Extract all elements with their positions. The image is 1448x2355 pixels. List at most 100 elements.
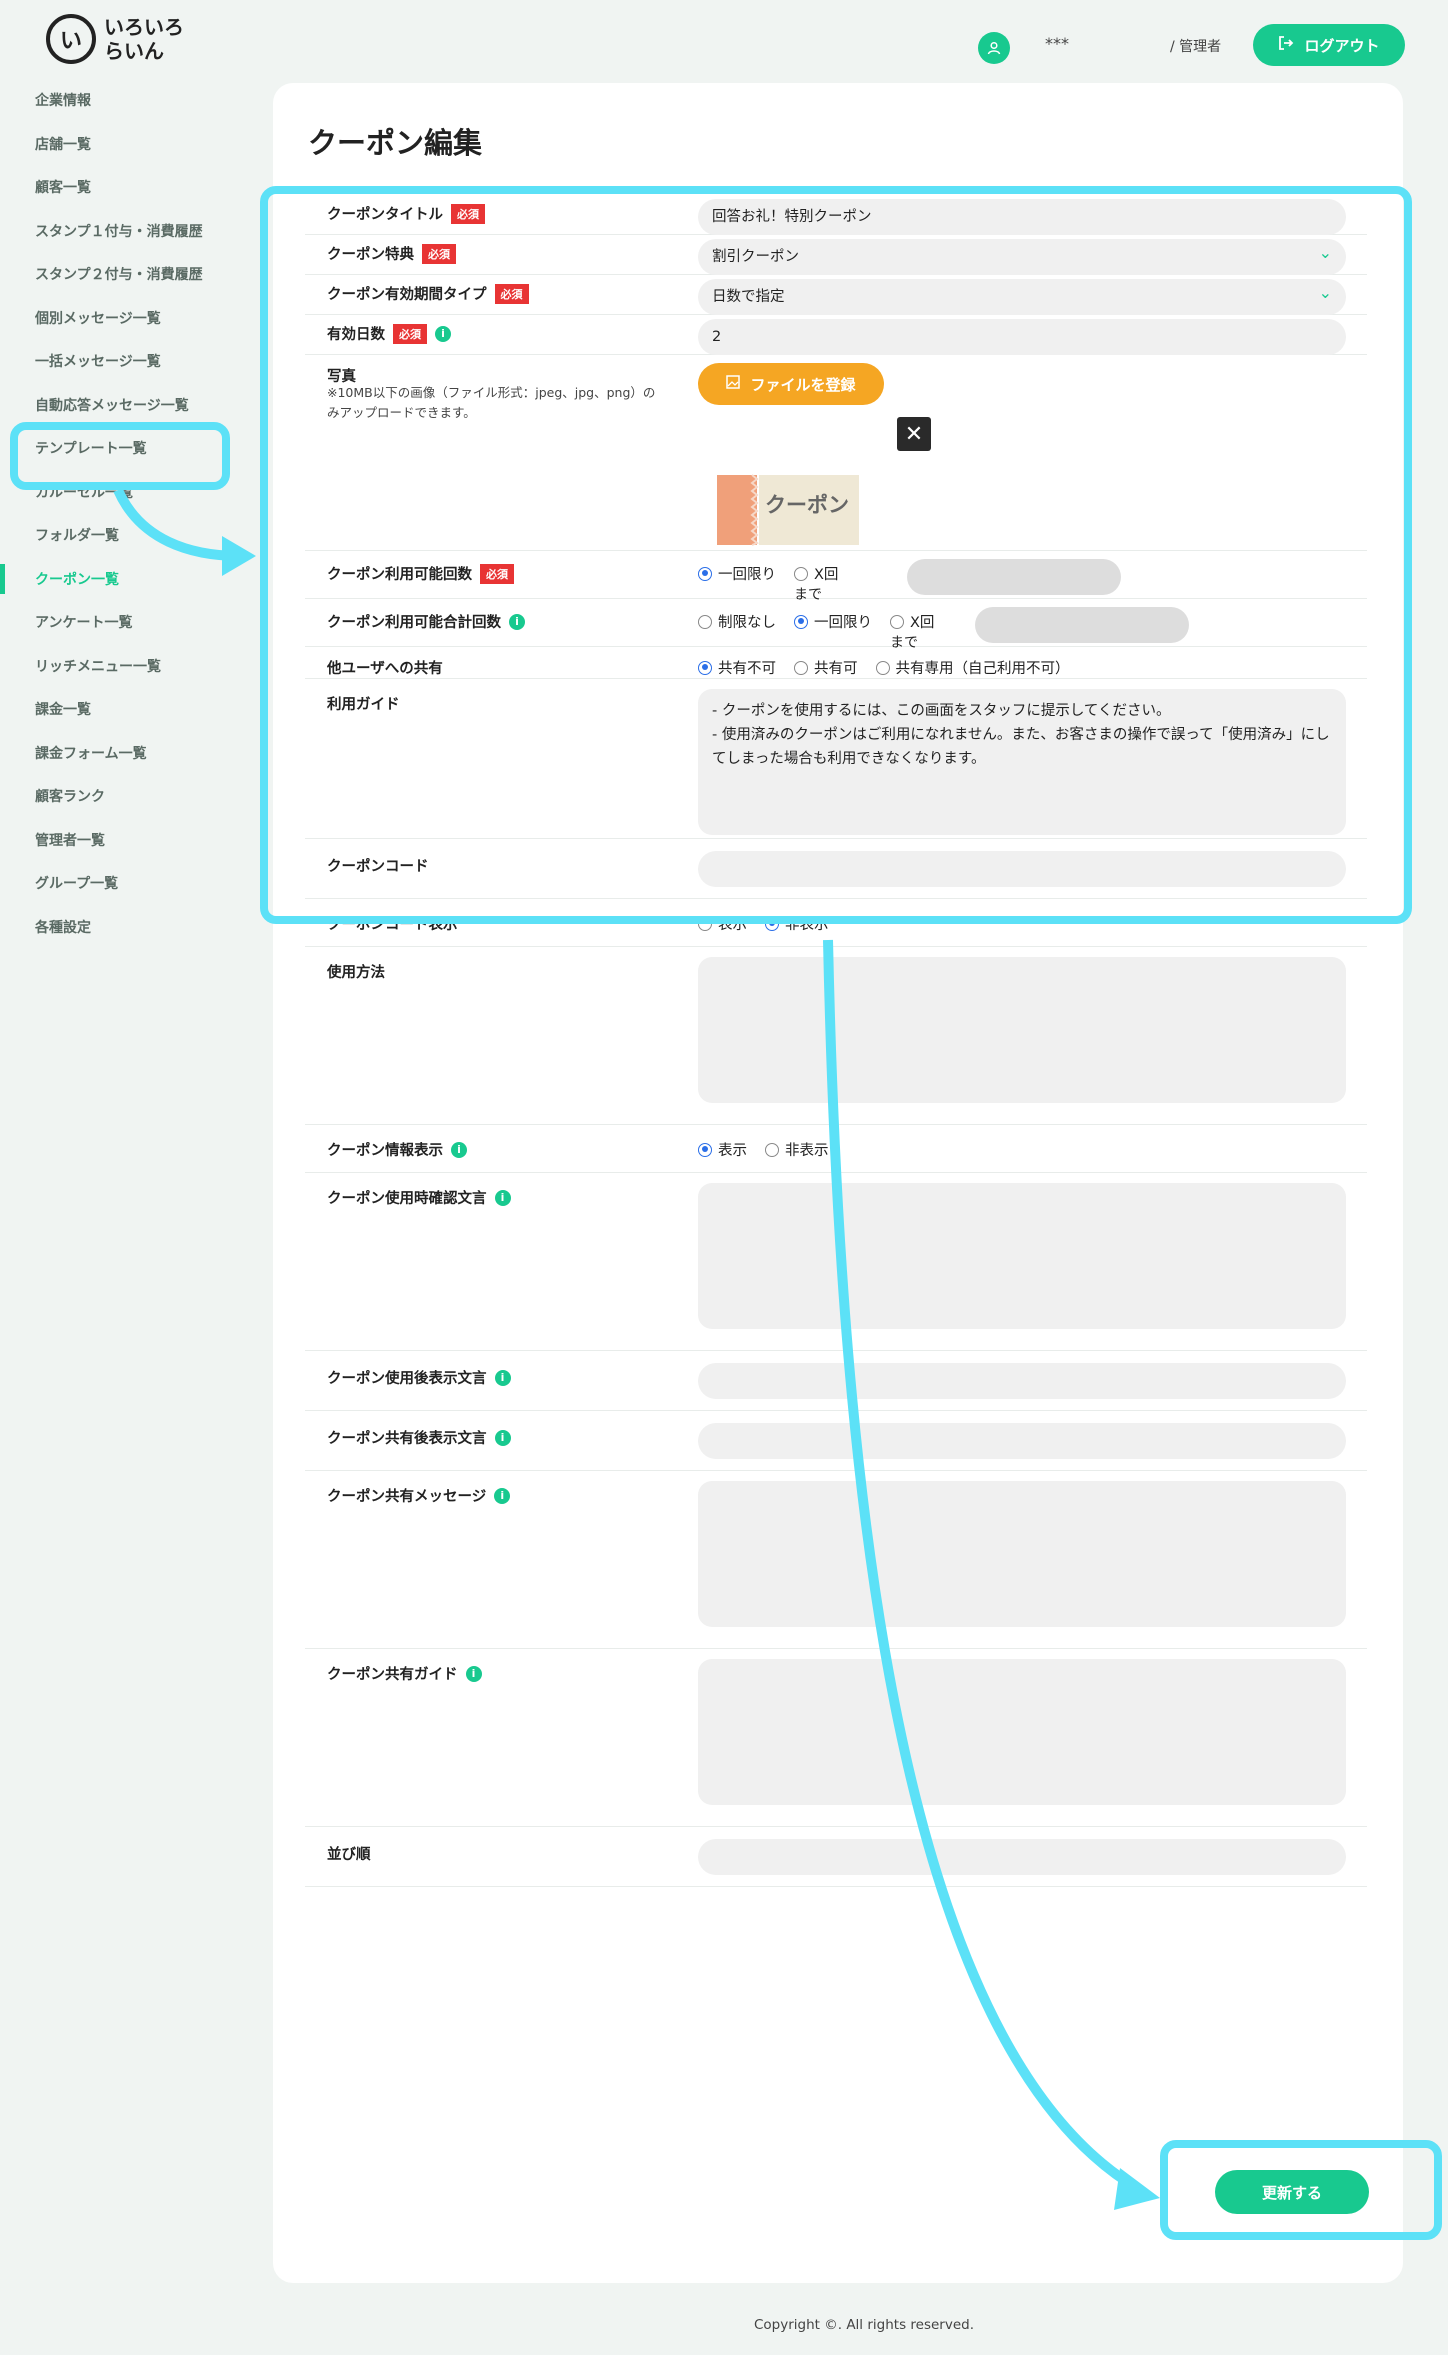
user-icon — [978, 32, 1010, 64]
row-after-use-text: クーポン使用後表示文言 i — [305, 1351, 1367, 1411]
sidebar-item-stores[interactable]: 店舗一覧 — [0, 132, 270, 176]
share-message-textarea[interactable] — [698, 1481, 1346, 1627]
sidebar-item-carousel[interactable]: カルーセル一覧 — [0, 480, 270, 524]
sidebar-item-company[interactable]: 企業情報 — [0, 88, 270, 132]
sidebar-item-coupons[interactable]: クーポン一覧 — [0, 563, 270, 611]
sidebar-item-individual-messages[interactable]: 個別メッセージ一覧 — [0, 306, 270, 350]
share-only-radio[interactable]: 共有専用（自己利用不可） — [875, 657, 1070, 678]
info-icon: i — [494, 1487, 511, 1504]
info-icon: i — [465, 1665, 482, 1682]
sidebar-menu: 企業情報 店舗一覧 顧客一覧 スタンプ１付与・消費履歴 スタンプ２付与・消費履歴… — [0, 88, 270, 958]
sidebar-item-settings[interactable]: 各種設定 — [0, 915, 270, 959]
row-info-display: クーポン情報表示 i 表示 非表示 — [305, 1125, 1367, 1173]
required-badge: 必須 — [480, 563, 514, 584]
usage-x-input[interactable] — [907, 559, 1121, 595]
remove-image-icon[interactable]: ✕ — [897, 417, 931, 451]
benefit-label: クーポン特典 必須 — [327, 243, 456, 264]
info-hide-radio[interactable]: 非表示 — [765, 1139, 829, 1160]
required-badge: 必須 — [451, 203, 485, 224]
sidebar-item-rich-menu[interactable]: リッチメニュー一覧 — [0, 654, 270, 698]
info-show-radio[interactable]: 表示 — [698, 1139, 747, 1160]
share-message-label: クーポン共有メッセージ i — [327, 1485, 511, 1506]
logo-text: いろいろ らいん — [104, 15, 184, 63]
coupon-title-input[interactable]: 回答お礼！特別クーポン — [698, 199, 1346, 235]
total-unlimited-radio[interactable]: 制限なし — [698, 611, 776, 632]
page-title: クーポン編集 — [308, 126, 483, 160]
sidebar-item-surveys[interactable]: アンケート一覧 — [0, 610, 270, 654]
sidebar-item-folders[interactable]: フォルダ一覧 — [0, 523, 270, 567]
sidebar-item-customers[interactable]: 顧客一覧 — [0, 175, 270, 219]
row-sort-order: 並び順 — [305, 1827, 1367, 1887]
sidebar-item-auto-reply[interactable]: 自動応答メッセージ一覧 — [0, 393, 270, 437]
sidebar-item-stamp2[interactable]: スタンプ２付与・消費履歴 — [0, 262, 270, 306]
total-count-label: クーポン利用可能合計回数 i — [327, 611, 525, 632]
row-code: クーポンコード — [305, 839, 1367, 899]
info-icon: i — [451, 1141, 467, 1158]
logout-button[interactable]: ログアウト — [1253, 24, 1405, 66]
upload-file-label: ファイルを登録 — [750, 375, 856, 394]
required-badge: 必須 — [393, 323, 427, 344]
sidebar-item-templates[interactable]: テンプレート一覧 — [0, 436, 270, 480]
total-x-radio[interactable]: X回 — [890, 611, 934, 632]
valid-days-label: 有効日数 必須 i — [327, 323, 451, 344]
row-share-guide: クーポン共有ガイド i — [305, 1649, 1367, 1827]
row-share-message: クーポン共有メッセージ i — [305, 1471, 1367, 1649]
sidebar-item-stamp1[interactable]: スタンプ１付与・消費履歴 — [0, 219, 270, 263]
sidebar-item-admins[interactable]: 管理者一覧 — [0, 828, 270, 872]
after-use-text-input[interactable] — [698, 1363, 1346, 1399]
update-button[interactable]: 更新する — [1215, 2170, 1369, 2214]
valid-days-input[interactable]: 2 — [698, 319, 1346, 355]
info-display-label: クーポン情報表示 i — [327, 1139, 467, 1160]
row-share: 他ユーザへの共有 共有不可 共有可 共有専用（自己利用不可） — [305, 647, 1367, 679]
row-after-share-text: クーポン共有後表示文言 i — [305, 1411, 1367, 1471]
sidebar: い いろいろ らいん 企業情報 店舗一覧 顧客一覧 スタンプ１付与・消費履歴 ス… — [0, 0, 270, 2355]
row-total-count: クーポン利用可能合計回数 i 制限なし 一回限り X回 まで — [305, 599, 1367, 651]
row-benefit: クーポン特典 必須 割引クーポン — [305, 235, 1367, 275]
code-label: クーポンコード — [327, 859, 429, 875]
title-label: クーポンタイトル 必須 — [327, 203, 485, 224]
copyright: Copyright ©. All rights reserved. — [753, 2317, 974, 2333]
sidebar-item-billing[interactable]: 課金一覧 — [0, 697, 270, 741]
coupon-image-preview: クーポン — [717, 465, 867, 553]
info-display-radios: 表示 非表示 — [698, 1139, 829, 1160]
code-show-radio[interactable]: 表示 — [698, 913, 747, 934]
total-once-radio[interactable]: 一回限り — [794, 611, 872, 632]
sort-order-label: 並び順 — [327, 1847, 371, 1863]
usage-once-radio[interactable]: 一回限り — [698, 563, 776, 584]
share-guide-textarea[interactable] — [698, 1659, 1346, 1805]
logout-icon — [1278, 35, 1294, 55]
info-icon: i — [494, 1189, 511, 1206]
confirm-text-textarea[interactable] — [698, 1183, 1346, 1329]
logo[interactable]: い いろいろ らいん — [46, 14, 184, 64]
sort-order-input[interactable] — [698, 1839, 1346, 1875]
period-type-select[interactable]: 日数で指定 — [698, 275, 1346, 315]
total-count-radios: 制限なし 一回限り X回 まで — [698, 611, 934, 652]
usage-method-textarea[interactable] — [698, 957, 1346, 1103]
sidebar-item-billing-forms[interactable]: 課金フォーム一覧 — [0, 741, 270, 785]
share-no-radio[interactable]: 共有不可 — [698, 657, 776, 678]
guide-textarea[interactable]: - クーポンを使用するには、この画面をスタッフに提示してください。 - 使用済み… — [698, 689, 1346, 835]
usage-count-label: クーポン利用可能回数 必須 — [327, 563, 514, 584]
row-usage-count: クーポン利用可能回数 必須 一回限り X回 まで — [305, 551, 1367, 603]
after-share-text-input[interactable] — [698, 1423, 1346, 1459]
user-name: *** — [1045, 34, 1069, 53]
share-yes-radio[interactable]: 共有可 — [794, 657, 858, 678]
sidebar-item-groups[interactable]: グループ一覧 — [0, 871, 270, 915]
coupon-code-input[interactable] — [698, 851, 1346, 887]
row-usage-method: 使用方法 — [305, 947, 1367, 1125]
usage-x-radio[interactable]: X回 — [794, 563, 838, 584]
sidebar-item-bulk-messages[interactable]: 一括メッセージ一覧 — [0, 349, 270, 393]
benefit-select[interactable]: 割引クーポン — [698, 235, 1346, 275]
after-share-text-label: クーポン共有後表示文言 i — [327, 1427, 511, 1448]
code-hide-radio[interactable]: 非表示 — [765, 913, 829, 934]
row-confirm-text: クーポン使用時確認文言 i — [305, 1173, 1367, 1351]
sidebar-item-customer-rank[interactable]: 顧客ランク — [0, 784, 270, 828]
row-code-display: クーポンコード表示 表示 非表示 — [305, 899, 1367, 947]
confirm-text-label: クーポン使用時確認文言 i — [327, 1187, 511, 1208]
after-use-text-label: クーポン使用後表示文言 i — [327, 1367, 511, 1388]
upload-file-button[interactable]: ファイルを登録 — [698, 363, 884, 405]
total-x-input[interactable] — [975, 607, 1189, 643]
info-icon: i — [435, 325, 451, 342]
required-badge: 必須 — [422, 243, 456, 264]
coupon-form: クーポンタイトル必須 回答お礼！特別クーポン クーポン特典必須 割引クーポン ク… — [305, 195, 1367, 1887]
